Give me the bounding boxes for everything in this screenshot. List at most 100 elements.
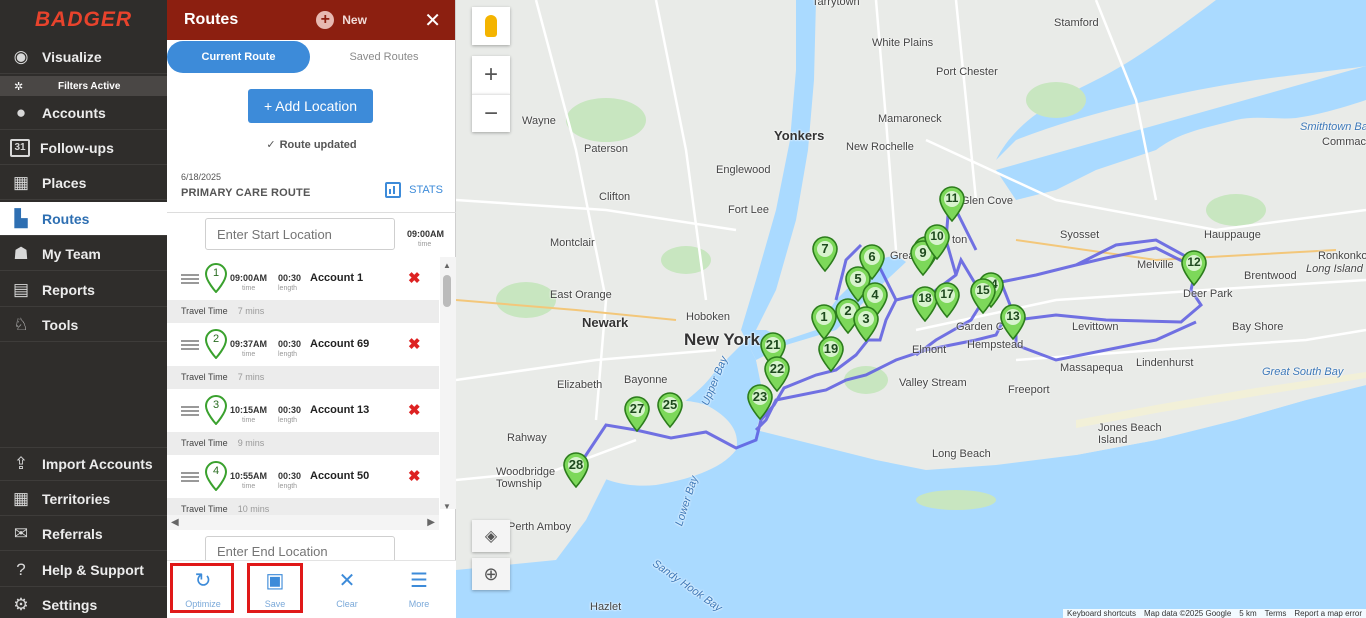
map-label-white-plains: White Plains: [872, 37, 934, 49]
stop-time: 10:55AM: [230, 471, 268, 481]
map-marker[interactable]: 23: [747, 384, 773, 420]
route-date: 6/18/2025: [181, 172, 222, 182]
nav-tools[interactable]: ♘ Tools: [0, 308, 167, 342]
tab-current-route[interactable]: Current Route: [167, 41, 310, 73]
nav-settings[interactable]: ⚙ Settings: [0, 588, 167, 618]
travel-time: Travel Time 7 mins: [167, 300, 439, 323]
travel-minutes: 7 mins: [237, 372, 265, 382]
travel-time: Travel Time 9 mins: [167, 432, 439, 455]
stop-row[interactable]: 4 10:55AM time 00:30 length Account 50 ✖…: [167, 455, 439, 521]
nav-follow-ups[interactable]: 31 Follow-ups: [0, 131, 167, 165]
travel-minutes: 9 mins: [237, 438, 265, 448]
travel-label: Travel Time: [181, 306, 228, 316]
report-icon: ▤: [12, 279, 30, 299]
start-time-caption: time: [418, 241, 432, 248]
clear-button[interactable]: ✕ Clear: [311, 561, 383, 618]
nav-reports[interactable]: ▤ Reports: [0, 273, 167, 307]
layers-icon[interactable]: ◈: [472, 520, 510, 552]
map-label-new-york: New York: [684, 330, 760, 349]
stop-time: 09:37AM: [230, 339, 268, 349]
map-label-newark: Newark: [582, 315, 629, 330]
map-marker[interactable]: 7: [812, 236, 838, 272]
remove-stop-icon[interactable]: ✖: [408, 467, 421, 485]
nav-label: Routes: [42, 210, 90, 227]
map-marker[interactable]: 13: [1000, 304, 1026, 340]
upload-icon: ⇪: [13, 454, 29, 473]
map-label-hoboken: Hoboken: [686, 311, 731, 323]
map-label-freeport: Freeport: [1008, 384, 1050, 396]
new-route-button[interactable]: + New: [316, 11, 367, 29]
stop-marker-icon: 1: [204, 262, 228, 298]
stop-row[interactable]: 2 09:37AM time 00:30 length Account 69 ✖…: [167, 323, 439, 389]
map-marker[interactable]: 27: [624, 396, 650, 432]
drag-handle-icon[interactable]: [181, 274, 199, 284]
nav-label: Reports: [42, 281, 95, 298]
tab-saved-routes[interactable]: Saved Routes: [312, 41, 456, 73]
scroll-thumb[interactable]: [443, 275, 451, 307]
nav-my-team[interactable]: ☗ My Team: [0, 237, 167, 271]
nav-visualize[interactable]: ◉ Visualize: [0, 40, 167, 74]
zoom-in-button[interactable]: +: [472, 56, 510, 94]
check-icon: ✓: [266, 139, 276, 151]
add-location-button[interactable]: + Add Location: [248, 89, 373, 123]
filters-active-bar[interactable]: ✲ Filters Active: [0, 76, 167, 96]
map-marker[interactable]: 11: [939, 186, 965, 222]
map-label-great-south-bay: Great South Bay: [1262, 366, 1344, 378]
remove-stop-icon[interactable]: ✖: [408, 401, 421, 419]
nav-places[interactable]: ▦ Places: [0, 166, 167, 200]
keyboard-shortcuts-link[interactable]: Keyboard shortcuts: [1063, 609, 1140, 618]
stop-length: 00:30: [278, 405, 302, 415]
vertical-scrollbar[interactable]: ▲ ▼: [440, 257, 456, 511]
stop-account-name[interactable]: Account 50: [310, 470, 369, 482]
nav-accounts[interactable]: ● Accounts: [0, 96, 167, 130]
map-label-hazlet: Hazlet: [590, 601, 622, 613]
map-marker[interactable]: 1: [811, 304, 837, 340]
stop-account-name[interactable]: Account 13: [310, 404, 369, 416]
map-label-east-orange: East Orange: [550, 289, 612, 301]
street-view-pegman-icon[interactable]: [472, 7, 510, 45]
map-marker[interactable]: 17: [934, 282, 960, 318]
map-marker[interactable]: 19: [818, 336, 844, 372]
remove-stop-icon[interactable]: ✖: [408, 269, 421, 287]
nav-referrals[interactable]: ✉ Referrals: [0, 517, 167, 551]
map-marker[interactable]: 15: [970, 278, 996, 314]
stop-row[interactable]: 1 09:00AM time 00:30 length Account 1 ✖ …: [167, 257, 439, 323]
route-map[interactable]: Tarrytown Stamford White Plains Port Che…: [456, 0, 1366, 618]
terms-link[interactable]: Terms: [1261, 609, 1291, 618]
start-location-input[interactable]: [205, 218, 395, 250]
nav-import-accounts[interactable]: ⇪ Import Accounts: [0, 447, 167, 481]
map-marker[interactable]: 3: [853, 306, 879, 342]
map-marker[interactable]: 28: [563, 452, 589, 488]
remove-stop-icon[interactable]: ✖: [408, 335, 421, 353]
scroll-right-icon[interactable]: ▶: [427, 517, 435, 528]
report-error-link[interactable]: Report a map error: [1290, 609, 1366, 618]
map-attribution: Keyboard shortcuts Map data ©2025 Google…: [1063, 609, 1366, 618]
stop-account-name[interactable]: Account 1: [310, 272, 363, 284]
map-label-rahway: Rahway: [507, 432, 547, 444]
scroll-down-icon[interactable]: ▼: [443, 502, 451, 511]
close-icon[interactable]: ✕: [424, 8, 441, 33]
stats-button[interactable]: STATS: [385, 182, 443, 198]
scroll-left-icon[interactable]: ◀: [171, 517, 179, 528]
nav-help-support[interactable]: ? Help & Support: [0, 553, 167, 587]
map-marker[interactable]: 12: [1181, 250, 1207, 286]
map-marker[interactable]: 25: [657, 392, 683, 428]
nav-label: Accounts: [42, 104, 106, 121]
horizontal-scrollbar[interactable]: ◀ ▶: [167, 515, 439, 530]
stop-account-name[interactable]: Account 69: [310, 338, 369, 350]
stop-length-caption: length: [278, 285, 298, 292]
my-location-icon[interactable]: ⊕: [472, 558, 510, 590]
nav-label: My Team: [42, 245, 101, 262]
nav-routes[interactable]: ▙ Routes: [0, 202, 167, 236]
zoom-out-button[interactable]: −: [472, 94, 510, 132]
stop-row[interactable]: 3 10:15AM time 00:30 length Account 13 ✖…: [167, 389, 439, 455]
drag-handle-icon[interactable]: [181, 340, 199, 350]
drag-handle-icon[interactable]: [181, 472, 199, 482]
badger-logo[interactable]: BADGER: [0, 0, 167, 40]
map-marker[interactable]: 10: [924, 224, 950, 260]
filters-label: Filters Active: [58, 80, 121, 92]
drag-handle-icon[interactable]: [181, 406, 199, 416]
more-button[interactable]: ☰ More: [383, 561, 455, 618]
nav-territories[interactable]: ▦ Territories: [0, 482, 167, 516]
scroll-up-icon[interactable]: ▲: [443, 261, 451, 270]
